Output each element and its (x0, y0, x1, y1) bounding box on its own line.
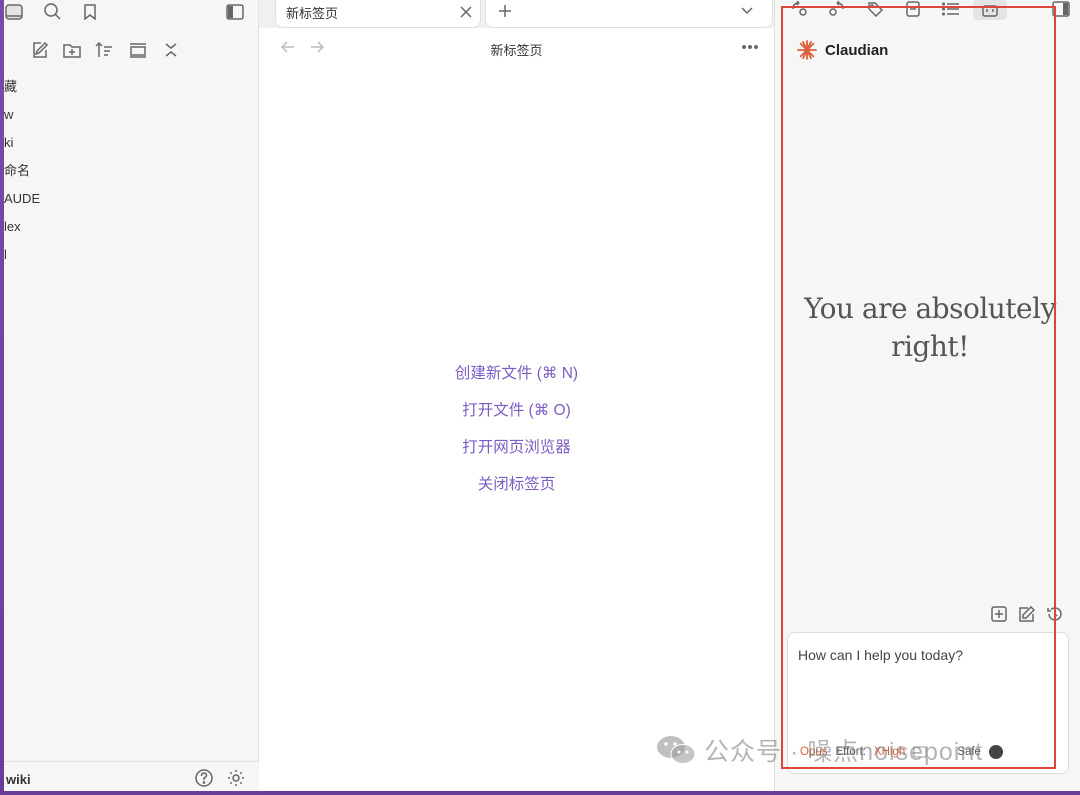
auto-reveal-icon[interactable] (128, 40, 148, 60)
open-file-link[interactable]: 打开文件 (⌘ O) (259, 399, 774, 436)
new-folder-icon[interactable] (62, 40, 82, 60)
tag-icon[interactable] (865, 0, 885, 18)
watermark: 公众号 · 噪点noisepoint (656, 732, 983, 768)
new-note-icon[interactable] (30, 40, 50, 60)
collapse-all-icon[interactable] (161, 40, 181, 60)
properties-icon[interactable] (903, 0, 923, 18)
main-editor-area: 新标签页 新标签页 创建新文件 (⌘ N) 打开文件 (⌘ O) 打开网页浏览器… (259, 0, 774, 791)
right-sidebar-toggle-icon[interactable] (1051, 0, 1071, 18)
add-context-icon[interactable] (990, 605, 1008, 623)
tab-strip-extra (485, 0, 773, 28)
claudian-logo-icon (797, 40, 817, 60)
history-icon[interactable] (1046, 605, 1064, 623)
tree-item[interactable]: AUDE (4, 188, 40, 210)
empty-state-actions: 创建新文件 (⌘ N) 打开文件 (⌘ O) 打开网页浏览器 关闭标签页 (259, 362, 774, 510)
tree-item[interactable]: w (4, 104, 13, 126)
wechat-logo-icon (657, 736, 696, 764)
backlinks-icon[interactable] (827, 0, 847, 18)
close-tab-link[interactable]: 关闭标签页 (259, 473, 774, 510)
app-window: 藏 w ki 命名 AUDE lex l wiki 新标签页 新标签页 创建新文… (4, 0, 1080, 791)
chat-toolbar (990, 605, 1064, 623)
close-icon[interactable] (458, 4, 474, 20)
search-icon[interactable] (42, 2, 62, 22)
tab-title: 新标签页 (286, 6, 339, 21)
tab-new-tab[interactable]: 新标签页 (275, 0, 481, 28)
welcome-line-2: right! (891, 330, 969, 363)
chevron-down-icon[interactable] (738, 2, 756, 20)
left-sidebar: 藏 w ki 命名 AUDE lex l wiki (4, 0, 259, 791)
claudian-title: Claudian (825, 41, 889, 59)
claudian-header: Claudian (797, 40, 888, 60)
sidebar-toggle-icon[interactable] (224, 2, 246, 22)
tab-bar: 新标签页 (259, 0, 774, 28)
file-explorer-toolbar (4, 36, 259, 64)
new-chat-icon[interactable] (1018, 605, 1036, 623)
watermark-text: 公众号 · 噪点noisepoint (704, 738, 984, 766)
new-tab-plus-icon[interactable] (496, 2, 514, 20)
settings-gear-icon[interactable] (226, 768, 246, 788)
vault-switcher: wiki (4, 761, 259, 791)
view-header: 新标签页 (259, 32, 774, 64)
right-sidebar-tabs (775, 0, 1080, 24)
vault-name[interactable]: wiki (6, 772, 31, 787)
files-tab-icon[interactable] (4, 2, 24, 22)
sort-icon[interactable] (94, 40, 114, 60)
outgoing-links-icon[interactable] (789, 0, 809, 18)
claudian-panel: Claudian You are absolutely right! How c… (774, 0, 1080, 791)
help-icon[interactable] (194, 768, 214, 788)
welcome-line-1: You are absolutely (804, 292, 1056, 325)
welcome-message: You are absolutely right! (795, 290, 1065, 366)
tree-item[interactable]: ki (4, 132, 13, 154)
view-title: 新标签页 (490, 43, 543, 58)
chat-input-placeholder: How can I help you today? (798, 647, 963, 663)
open-web-browser-link[interactable]: 打开网页浏览器 (259, 436, 774, 473)
tree-item[interactable]: l (4, 244, 7, 266)
left-sidebar-header (4, 0, 259, 28)
tree-item[interactable]: 藏 (4, 76, 17, 98)
tree-item[interactable]: 命名 (4, 160, 30, 182)
permission-mode-toggle[interactable] (988, 745, 1003, 759)
claudian-tab-icon[interactable] (973, 0, 1007, 20)
create-new-file-link[interactable]: 创建新文件 (⌘ N) (259, 362, 774, 399)
more-options-icon[interactable] (739, 38, 761, 56)
outline-list-icon[interactable] (941, 0, 961, 18)
tree-item[interactable]: lex (4, 216, 21, 238)
bookmark-icon[interactable] (80, 2, 100, 22)
